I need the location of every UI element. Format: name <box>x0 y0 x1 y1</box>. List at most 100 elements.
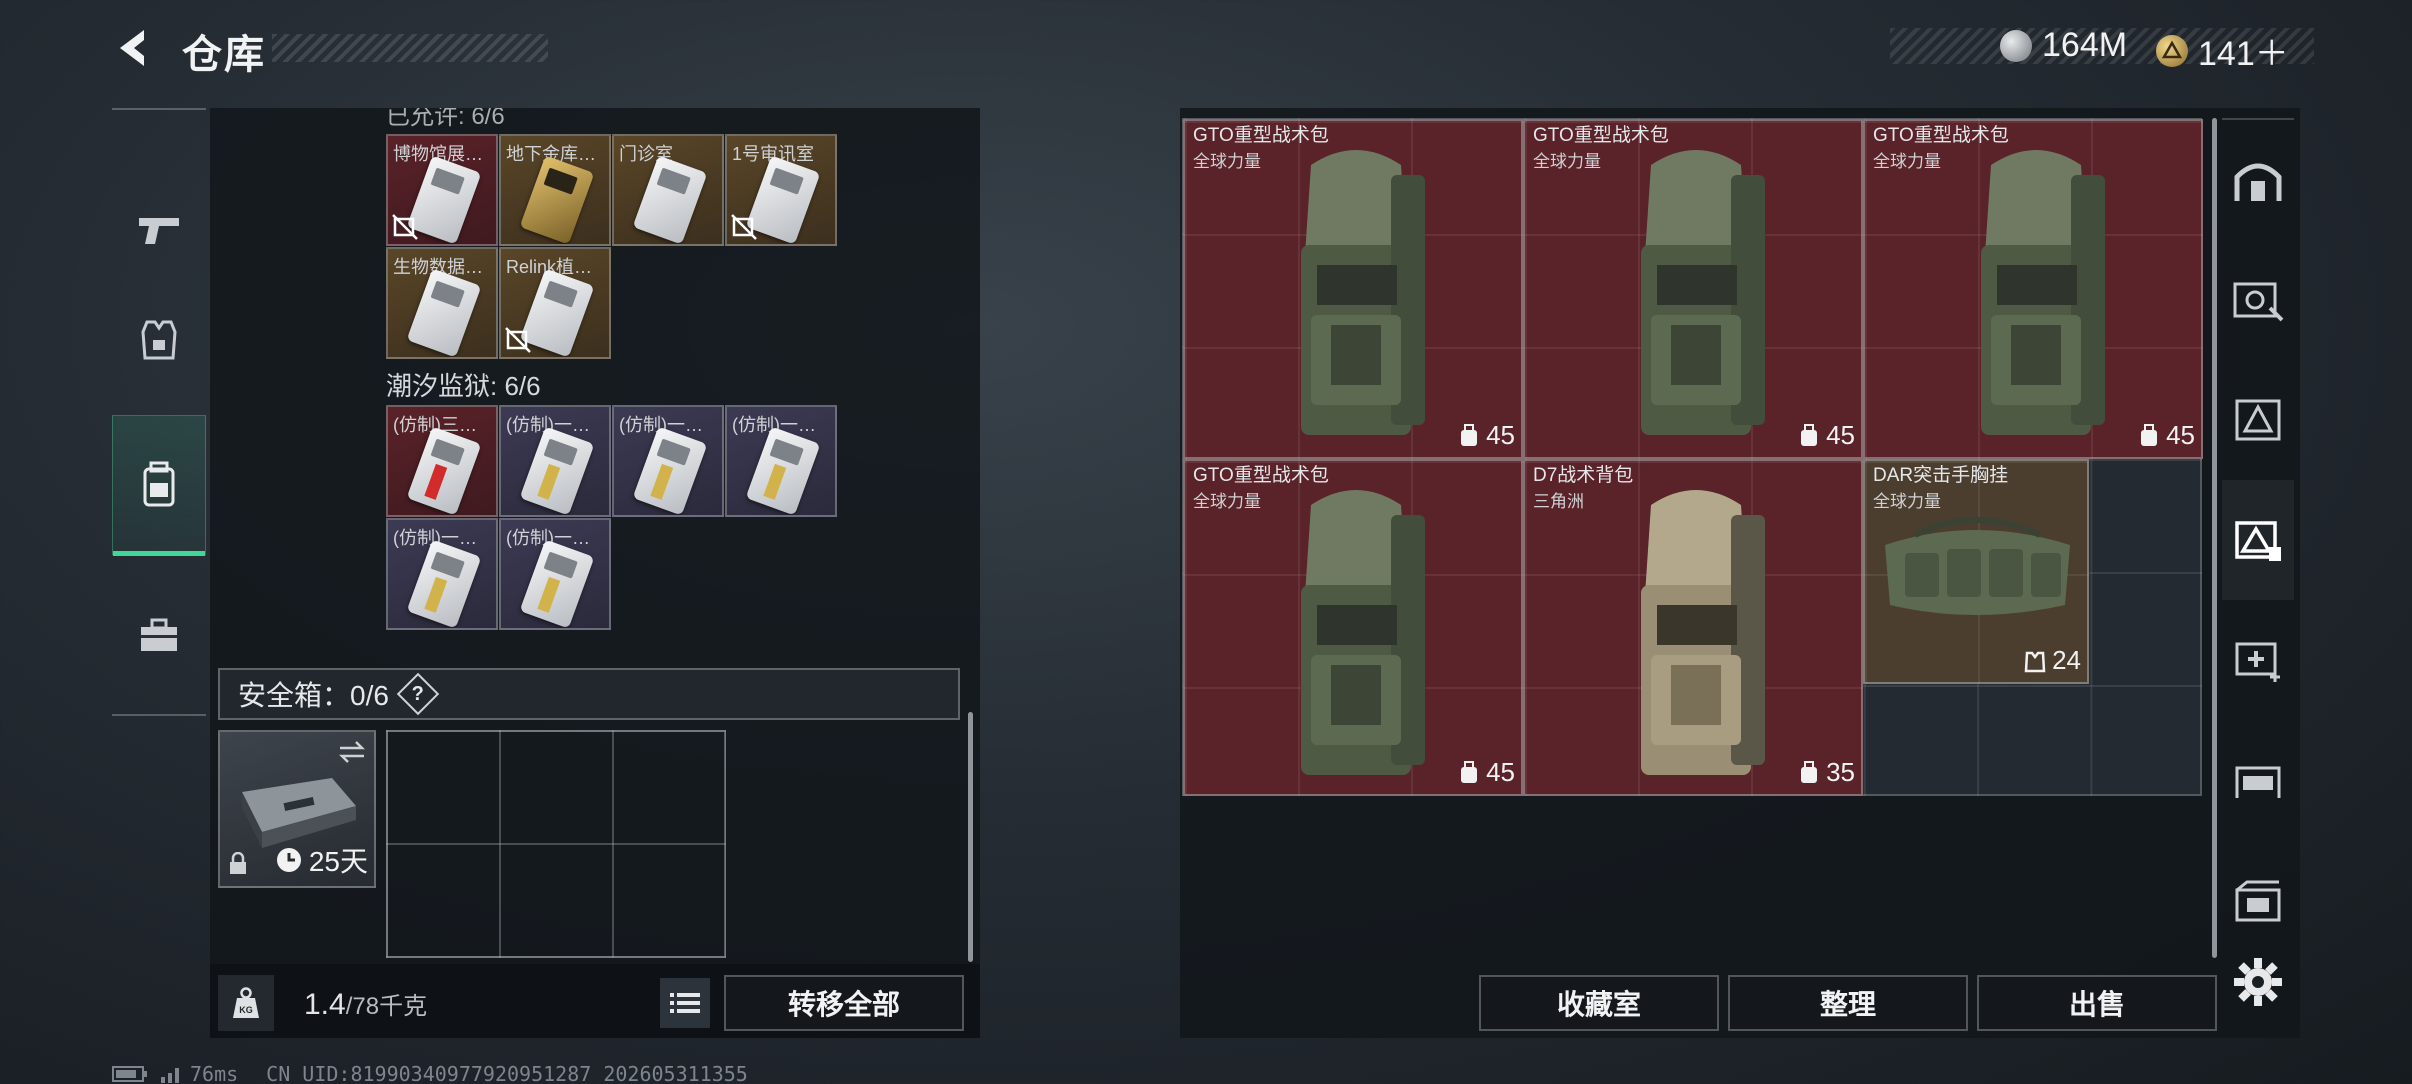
nav-gear[interactable] <box>112 270 206 410</box>
firing-range-icon <box>2235 766 2281 798</box>
keycard-slot[interactable]: (仿制)一… <box>499 518 611 630</box>
gold-triangle-coin-icon <box>2156 34 2188 67</box>
item-brand: 全球力量 <box>1193 492 1261 511</box>
list-view-button[interactable] <box>660 978 710 1028</box>
keycard-slot[interactable]: Relink植… <box>499 247 611 359</box>
weight-current: 1.4 <box>304 988 346 1021</box>
item-capacity: 45 <box>1458 757 1515 788</box>
stash-scrollbar[interactable] <box>2212 118 2217 958</box>
keycard-icon <box>632 426 708 515</box>
nav-backpacks[interactable] <box>112 415 206 556</box>
swap-icon[interactable] <box>338 740 366 764</box>
item-brand: 全球力量 <box>1193 152 1261 171</box>
tech-center-icon <box>2235 521 2281 561</box>
svg-text:KG: KG <box>239 1005 253 1015</box>
nav-medical[interactable] <box>2222 600 2294 720</box>
sell-button[interactable]: 出售 <box>1977 975 2217 1031</box>
nav-firing-range[interactable] <box>2222 720 2294 840</box>
nav-storage[interactable] <box>2222 840 2294 960</box>
backpack-capacity-icon <box>1801 760 1818 783</box>
nav-equipment[interactable] <box>112 565 206 705</box>
nav-weapon-bench[interactable] <box>2222 240 2294 360</box>
tidal-prison-label: 潮汐监狱: 6/6 <box>386 371 541 401</box>
item-capacity-value: 45 <box>1486 757 1515 787</box>
stash-item[interactable]: D7战术背包 三角洲 35 <box>1523 459 1863 796</box>
medical-station-icon <box>2235 642 2280 682</box>
backpack-capacity-icon <box>1801 423 1818 446</box>
stash-item[interactable]: GTO重型战术包 全球力量 45 <box>1523 119 1863 459</box>
item-capacity: 24 <box>2024 645 2081 676</box>
keycard-slot[interactable]: 门诊室 <box>612 134 724 246</box>
safebox-slots-grid[interactable] <box>386 730 726 958</box>
stash-item[interactable]: GTO重型战术包 全球力量 45 <box>1183 119 1523 459</box>
list-icon <box>670 993 700 1013</box>
stash-item[interactable]: GTO重型战术包 全球力量 45 <box>1183 459 1523 796</box>
keycard-icon <box>745 426 821 515</box>
backpack-icon <box>143 461 175 507</box>
backpack-image <box>1301 490 1425 775</box>
keycard-slot[interactable]: 地下金库… <box>499 134 611 246</box>
currency-silver[interactable]: 164M <box>2000 26 2127 65</box>
lock-icon <box>230 852 246 874</box>
item-capacity: 45 <box>2138 420 2195 451</box>
keycard-slot[interactable]: (仿制)三… <box>386 405 498 517</box>
status-bar: 76ms CN UID:81990340977920951287_2026053… <box>112 1062 748 1084</box>
storage-crate-icon <box>2235 880 2281 922</box>
item-capacity-value: 45 <box>1826 420 1855 450</box>
item-capacity-value: 45 <box>1486 420 1515 450</box>
chest-rig-capacity-icon <box>2024 651 2046 672</box>
item-brand: 三角洲 <box>1533 492 1584 511</box>
unbound-icon <box>392 214 418 240</box>
item-capacity-value: 35 <box>1826 757 1855 787</box>
ping-text: 76ms <box>190 1062 239 1084</box>
keycard-slot[interactable]: (仿制)一… <box>386 518 498 630</box>
gear-icon[interactable] <box>2232 956 2284 1008</box>
signal-icon <box>161 1068 179 1083</box>
backpack-image <box>1641 150 1765 435</box>
safebox-header: 安全箱：0/6 ? <box>218 668 960 720</box>
left-scrollbar[interactable] <box>968 712 973 962</box>
keycard-slot[interactable]: (仿制)一… <box>612 405 724 517</box>
toolbox-icon <box>141 618 177 651</box>
keycard-icon <box>406 539 482 628</box>
keycard-slot[interactable]: 博物馆展… <box>386 134 498 246</box>
safebox-timer-text: 25天 <box>308 846 368 877</box>
weight-button[interactable]: KG <box>218 975 274 1031</box>
transfer-all-button[interactable]: 转移全部 <box>724 975 964 1031</box>
collection-room-button[interactable]: 收藏室 <box>1479 975 1719 1031</box>
item-name: D7战术背包 <box>1533 465 1634 486</box>
safebox-timer: 25天 <box>275 840 368 880</box>
keycard-slot[interactable]: 生物数据… <box>386 247 498 359</box>
clock-icon <box>276 848 301 872</box>
keycard-icon <box>406 426 482 515</box>
stash-item[interactable]: DAR突击手胸挂 全球力量 24 <box>1863 459 2089 684</box>
vest-icon <box>141 320 177 360</box>
keycard-slot[interactable]: (仿制)一… <box>499 405 611 517</box>
left-category-nav <box>112 108 206 716</box>
battery-icon <box>112 1066 147 1082</box>
keycard-icon <box>406 268 482 357</box>
nav-tech-center[interactable] <box>2222 480 2294 600</box>
keycard-icon <box>519 426 595 515</box>
silver-coin-icon <box>2000 29 2032 62</box>
nav-armor-bench[interactable] <box>2222 360 2294 480</box>
armor-bench-icon <box>2235 399 2281 441</box>
keycard-slot[interactable]: 1号审讯室 <box>725 134 837 246</box>
currency-gold[interactable]: 141＋ <box>2156 26 2289 75</box>
item-brand: 全球力量 <box>1533 152 1601 171</box>
title-decoration <box>272 34 548 62</box>
keycard-section-label-partial: 已允许: 6/6 <box>386 103 505 130</box>
safebox-item[interactable]: 25天 <box>218 730 376 888</box>
unbound-icon <box>731 214 757 240</box>
item-name: DAR突击手胸挂 <box>1873 465 2009 486</box>
backpack-capacity-icon <box>1461 423 1478 446</box>
help-icon[interactable]: ? <box>396 672 440 716</box>
organize-button[interactable]: 整理 <box>1728 975 1968 1031</box>
safe-house-icon <box>2234 163 2282 201</box>
chest-rig-image <box>1885 517 2070 615</box>
keycard-slot[interactable]: (仿制)一… <box>725 405 837 517</box>
back-arrow-icon[interactable] <box>112 26 156 70</box>
nav-safe-house[interactable] <box>2222 120 2294 240</box>
backpack-image <box>1641 490 1765 775</box>
stash-item[interactable]: GTO重型战术包 全球力量 45 <box>1863 119 2203 459</box>
